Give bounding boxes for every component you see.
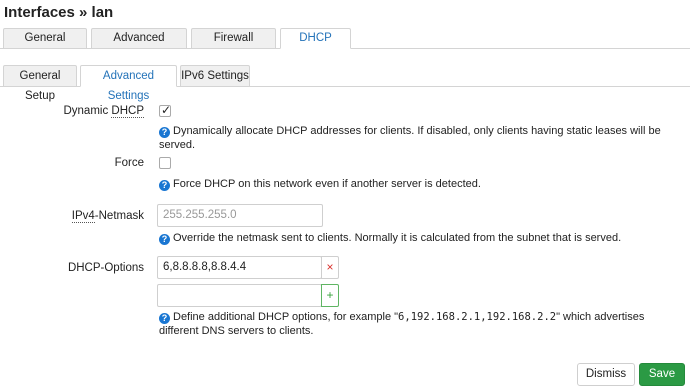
- help-icon: ?: [159, 234, 170, 245]
- page-title: Interfaces » lan: [4, 4, 114, 21]
- sub-tab-bar: General Setup Advanced Settings IPv6 Set…: [0, 65, 690, 102]
- check-icon: ✓: [161, 103, 172, 117]
- remove-option-button[interactable]: ×: [321, 256, 339, 279]
- dynamic-dhcp-checkbox[interactable]: ✓: [159, 103, 172, 117]
- netmask-hint-text: Override the netmask sent to clients. No…: [173, 232, 622, 244]
- dynamic-dhcp-label-underlined: DHCP: [111, 105, 144, 118]
- subtab-advanced-settings[interactable]: Advanced Settings: [80, 65, 177, 102]
- tab-advanced-settings[interactable]: Advanced Settings: [91, 28, 187, 63]
- subtab-ipv6-settings[interactable]: IPv6 Settings: [180, 65, 250, 87]
- dynamic-dhcp-hint: ? Dynamically allocate DHCP addresses for…: [159, 124, 684, 152]
- force-checkbox[interactable]: [159, 157, 171, 169]
- dhcp-option-input-2[interactable]: [157, 284, 322, 307]
- dynamic-dhcp-label: Dynamic DHCP: [0, 105, 144, 118]
- netmask-hint: ? Override the netmask sent to clients. N…: [159, 231, 684, 245]
- dhcp-options-hint-prefix: Define additional DHCP options, for exam…: [173, 311, 399, 323]
- subtab-general-setup[interactable]: General Setup: [3, 65, 77, 102]
- tab-dhcp-server[interactable]: DHCP Server: [280, 28, 351, 63]
- save-button[interactable]: Save: [639, 363, 685, 386]
- add-option-button[interactable]: +: [321, 284, 339, 307]
- netmask-label: IPv4-Netmask: [0, 210, 144, 223]
- dhcp-options-hint-code: 6,192.168.2.1,192.168.2.2: [398, 311, 557, 323]
- dhcp-option-input-1[interactable]: 6,8.8.8.8,8.8.4.4: [157, 256, 322, 279]
- help-icon: ?: [159, 313, 170, 324]
- dhcp-server-panel: General Setup Advanced Settings IPv6 Set…: [0, 49, 690, 389]
- tab-general-settings[interactable]: General Settings: [3, 28, 87, 63]
- dhcp-options-label: DHCP-Options: [67, 262, 144, 274]
- netmask-input[interactable]: 255.255.255.0: [157, 204, 323, 227]
- help-icon: ?: [159, 127, 170, 138]
- tab-firewall-settings[interactable]: Firewall Settings: [191, 28, 276, 63]
- netmask-label-suffix: -Netmask: [94, 210, 144, 222]
- dynamic-dhcp-label-prefix: Dynamic: [63, 105, 112, 117]
- help-icon: ?: [159, 180, 170, 191]
- top-tab-bar: General Settings Advanced Settings Firew…: [0, 28, 690, 63]
- dismiss-button[interactable]: Dismiss: [577, 363, 635, 386]
- dynamic-dhcp-hint-text: Dynamically allocate DHCP addresses for …: [159, 125, 661, 151]
- dhcp-options-hint: ? Define additional DHCP options, for exa…: [159, 310, 684, 338]
- netmask-label-underlined: IPv4: [71, 210, 95, 223]
- force-label: Force: [114, 157, 144, 169]
- force-hint-text: Force DHCP on this network even if anoth…: [173, 178, 481, 190]
- force-hint: ? Force DHCP on this network even if anot…: [159, 177, 684, 191]
